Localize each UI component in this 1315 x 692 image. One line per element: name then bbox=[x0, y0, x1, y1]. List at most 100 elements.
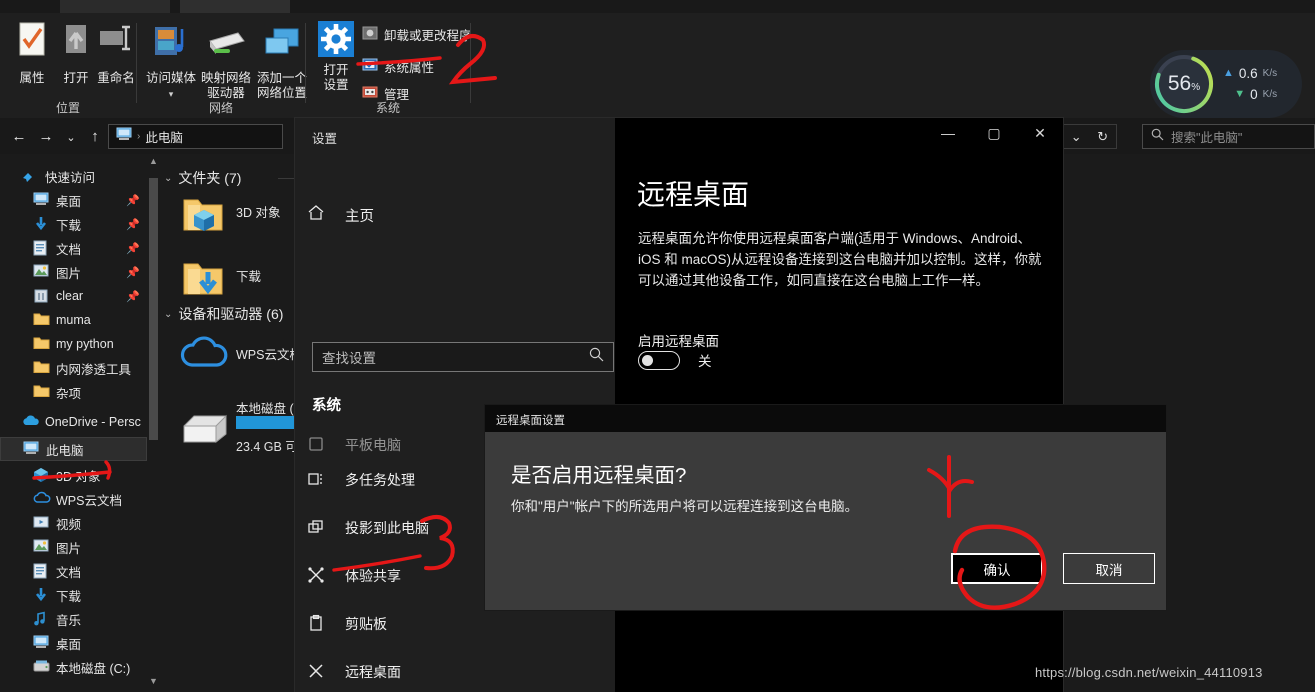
pin-icon[interactable]: 📌 bbox=[126, 218, 140, 231]
uninstall-change-program-button[interactable]: 卸载或更改程序 bbox=[362, 25, 472, 44]
sidebar-item-desktop[interactable]: 桌面 bbox=[0, 631, 148, 655]
sidebar-item-this-pc[interactable]: 此电脑 bbox=[0, 437, 147, 461]
sidebar-item-pictures[interactable]: 图片 bbox=[0, 535, 148, 559]
sidebar-item-local-disk-c[interactable]: 本地磁盘 (C:) bbox=[0, 655, 148, 679]
map-network-drive-label-l1: 映射网络 bbox=[200, 71, 251, 85]
sidebar-item-documents-qa[interactable]: 文档 📌 bbox=[0, 236, 148, 260]
settings-search-placeholder: 查找设置 bbox=[322, 351, 376, 366]
sidebar-item-downloads[interactable]: 下载 bbox=[0, 583, 148, 607]
sidebar-item-my-python[interactable]: my python bbox=[0, 332, 148, 356]
open-settings-gear-icon bbox=[314, 21, 358, 59]
chevron-down-icon[interactable]: ⌄ bbox=[164, 173, 172, 184]
sidebar-label: 内网渗透工具 bbox=[56, 362, 132, 377]
sidebar-item-downloads-qa[interactable]: 下载 📌 bbox=[0, 212, 148, 236]
sidebar-item-clear[interactable]: clear 📌 bbox=[0, 284, 148, 308]
address-dropdown-button[interactable]: ⌄ bbox=[1071, 129, 1082, 145]
sidebar-item-desktop-qa[interactable]: 桌面 📌 bbox=[0, 188, 148, 212]
upload-speed-unit: K/s bbox=[1262, 68, 1278, 79]
chevron-down-icon[interactable]: ⌄ bbox=[164, 309, 172, 320]
ribbon-tab-strip bbox=[0, 0, 1315, 13]
search-icon bbox=[1151, 128, 1164, 146]
sidebar-label: 此电脑 bbox=[46, 443, 84, 458]
download-speed-row: ▼ 0 K/s bbox=[1223, 84, 1277, 105]
sidebar-item-documents[interactable]: 文档 bbox=[0, 559, 148, 583]
uninstall-change-program-label: 卸载或更改程序 bbox=[384, 29, 472, 43]
ribbon-group-location: 属性 打开 重命名 位置 bbox=[0, 13, 136, 118]
close-button[interactable]: ✕ bbox=[1017, 118, 1063, 148]
back-button[interactable]: ← bbox=[8, 126, 30, 148]
documents-icon bbox=[33, 240, 50, 257]
pin-icon[interactable]: 📌 bbox=[126, 194, 140, 207]
quick-access-star-icon bbox=[22, 168, 39, 185]
screenshot-root: 属性 打开 重命名 位置 访问媒体 ▾ 映射网络 驱动器 添加一个 网络位置 网… bbox=[0, 0, 1315, 692]
ribbon-tab-computer[interactable] bbox=[60, 0, 170, 13]
map-network-drive-button[interactable]: 映射网络 驱动器 bbox=[199, 21, 253, 101]
address-bar[interactable]: › 此电脑 bbox=[108, 124, 283, 149]
item-3d-objects-label: 3D 对象 bbox=[236, 206, 281, 220]
watermark-url: https://blog.csdn.net/weixin_44110913 bbox=[1035, 665, 1263, 680]
access-media-button[interactable]: 访问媒体 ▾ bbox=[144, 21, 198, 102]
settings-item-clipboard[interactable]: 剪贴板 bbox=[305, 607, 605, 641]
sidebar-label: my python bbox=[56, 337, 114, 351]
system-properties-button[interactable]: 系统属性 bbox=[362, 57, 434, 76]
settings-home-item[interactable]: 主页 bbox=[305, 198, 605, 232]
item-3d-objects[interactable]: 3D 对象 bbox=[180, 190, 280, 236]
enable-remote-desktop-label: 启用远程桌面 bbox=[638, 334, 719, 349]
performance-widget[interactable]: 56% ▲ 0.6 K/s ▼ 0 K/s bbox=[1150, 50, 1302, 118]
pin-icon[interactable]: 📌 bbox=[126, 266, 140, 279]
enable-remote-desktop-toggle-row: 关 bbox=[638, 350, 712, 370]
group-header-folders[interactable]: ⌄ 文件夹 (7) bbox=[164, 168, 241, 188]
wps-cloud-icon bbox=[33, 491, 51, 508]
pin-icon[interactable]: 📌 bbox=[126, 290, 140, 303]
search-input[interactable]: 搜索"此电脑" bbox=[1142, 124, 1315, 149]
group-header-devices[interactable]: ⌄ 设备和驱动器 (6) bbox=[164, 304, 283, 324]
arrow-down-icon: ▼ bbox=[1234, 88, 1246, 100]
scroll-down-arrow-icon[interactable]: ▼ bbox=[148, 676, 159, 690]
item-wps-cloud-drive[interactable]: WPS云文档 bbox=[180, 332, 302, 378]
sidebar-item-music[interactable]: 音乐 bbox=[0, 607, 148, 631]
up-button[interactable]: ↑ bbox=[84, 126, 106, 148]
minimize-button[interactable]: — bbox=[925, 118, 971, 148]
sidebar-item-3d-objects[interactable]: 3D 对象 bbox=[0, 463, 148, 487]
sidebar-item-misc[interactable]: 杂项 bbox=[0, 380, 148, 404]
add-network-location-button[interactable]: 添加一个 网络位置 bbox=[254, 21, 310, 101]
item-wps-cloud-label: WPS云文档 bbox=[236, 348, 302, 362]
pictures-icon bbox=[33, 539, 50, 556]
sidebar-item-intranet-tools[interactable]: 内网渗透工具 bbox=[0, 356, 148, 380]
breadcrumb-this-pc[interactable]: 此电脑 bbox=[145, 127, 183, 146]
item-downloads-folder[interactable]: 下载 bbox=[180, 254, 261, 300]
sidebar-item-pictures-qa[interactable]: 图片 📌 bbox=[0, 260, 148, 284]
sidebar-label: 下载 bbox=[56, 218, 82, 233]
navigation-pane-scrollbar[interactable]: ▲ ▼ bbox=[148, 154, 159, 692]
sidebar-item-videos[interactable]: 视频 bbox=[0, 511, 148, 535]
ribbon-tab-view[interactable] bbox=[180, 0, 290, 13]
settings-home-label: 主页 bbox=[345, 208, 374, 225]
forward-button[interactable]: → bbox=[35, 126, 57, 148]
scroll-up-arrow-icon[interactable]: ▲ bbox=[148, 156, 159, 170]
access-media-icon bbox=[144, 21, 198, 67]
ribbon-group-system-label: 系统 bbox=[375, 101, 400, 115]
upload-speed-row: ▲ 0.6 K/s bbox=[1223, 63, 1277, 84]
3d-objects-icon bbox=[33, 467, 50, 484]
recent-locations-button[interactable]: ⌄ bbox=[60, 128, 82, 150]
cancel-button[interactable]: 取消 bbox=[1063, 553, 1155, 584]
scrollbar-thumb[interactable] bbox=[149, 178, 158, 440]
open-settings-button[interactable]: 打开 设置 bbox=[314, 21, 358, 93]
open-settings-label-l1: 打开 bbox=[323, 63, 349, 77]
sidebar-item-muma[interactable]: muma bbox=[0, 308, 148, 332]
confirm-button[interactable]: 确认 bbox=[951, 553, 1043, 584]
enable-remote-desktop-toggle[interactable] bbox=[638, 350, 680, 370]
search-icon bbox=[589, 347, 604, 367]
settings-item-remote-desktop[interactable]: 远程桌面 bbox=[305, 655, 605, 689]
tablet-icon bbox=[305, 435, 327, 456]
settings-search-input[interactable]: 查找设置 bbox=[312, 342, 614, 372]
maximize-button[interactable]: ▢ bbox=[971, 118, 1017, 148]
dialog-heading: 是否启用远程桌面? bbox=[511, 464, 687, 487]
sidebar-item-onedrive[interactable]: OneDrive - Persc bbox=[0, 410, 148, 434]
sidebar-item-quick-access[interactable]: 快速访问 bbox=[0, 164, 148, 188]
pin-icon[interactable]: 📌 bbox=[126, 242, 140, 255]
desktop-icon bbox=[33, 635, 50, 652]
refresh-button[interactable]: ↻ bbox=[1097, 129, 1108, 145]
chevron-down-icon[interactable]: ▾ bbox=[169, 89, 174, 99]
sidebar-item-wps-cloud[interactable]: WPS云文档 bbox=[0, 487, 148, 511]
